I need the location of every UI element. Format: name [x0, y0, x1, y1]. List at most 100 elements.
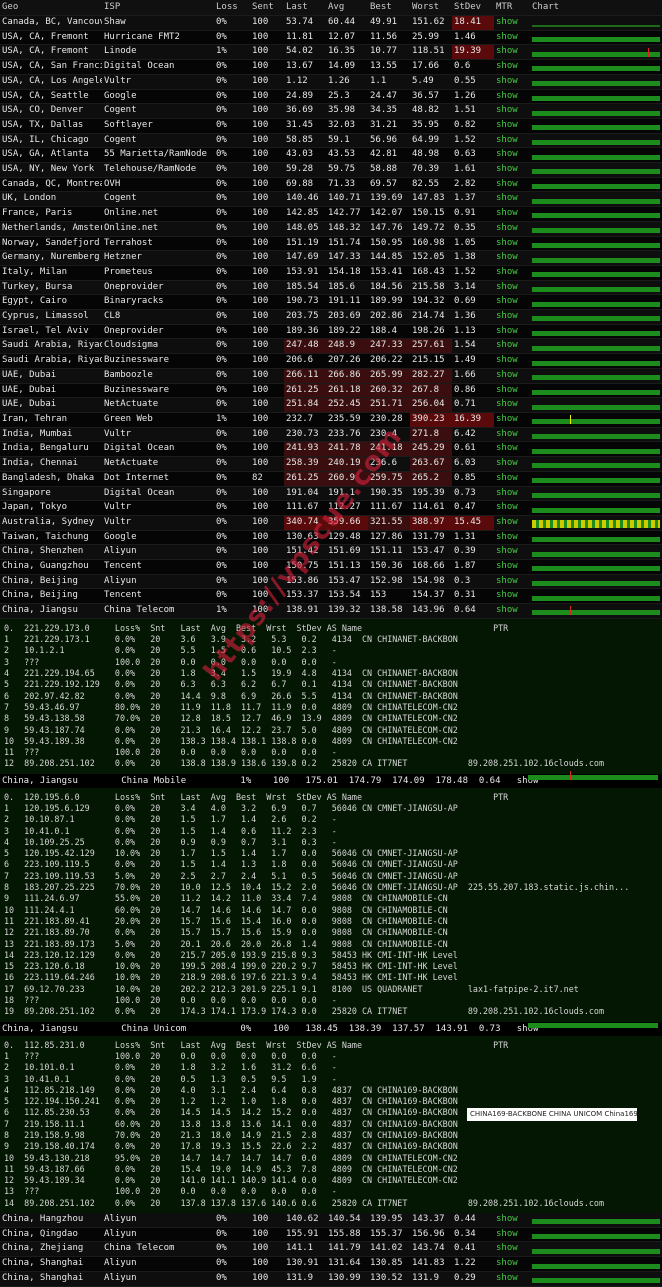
- cell-worst: 390.23: [410, 412, 452, 428]
- mtr-show-link[interactable]: show: [494, 1241, 530, 1258]
- cell-last: 13.67: [284, 59, 326, 75]
- mtr-show-link[interactable]: show: [494, 515, 530, 531]
- cell-isp: CL8: [102, 309, 214, 325]
- mtr-show-link[interactable]: show: [494, 236, 530, 252]
- mtr-show-link[interactable]: show: [494, 294, 530, 311]
- column-header-geo[interactable]: Geo: [0, 0, 102, 16]
- mtr-show-link[interactable]: show: [494, 353, 530, 369]
- cell-worst: 153.47: [410, 544, 452, 561]
- mtr-show-link[interactable]: show: [494, 397, 530, 413]
- cell-isp: Prometeus: [102, 265, 214, 281]
- cell-isp: Binaryracks: [102, 294, 214, 311]
- cell-best: 259.75: [368, 471, 410, 487]
- column-header-avg[interactable]: Avg: [326, 0, 368, 16]
- mtr-show-link[interactable]: show: [494, 471, 530, 487]
- mtr-show-link[interactable]: show: [494, 265, 530, 281]
- cell-worst: 168.66: [410, 559, 452, 575]
- cell-geo: Saudi Arabia, Riyadh: [0, 353, 102, 369]
- latency-chart: [530, 1241, 662, 1258]
- mtr-show-link[interactable]: show: [494, 280, 530, 296]
- mtr-row-jiangsu-unicom[interactable]: China, Jiangsu China Unicom 0% 100 138.4…: [0, 1021, 662, 1036]
- cell-avg: 233.76: [326, 427, 368, 443]
- mtr-show-link[interactable]: show: [494, 1227, 530, 1243]
- mtr-show-link[interactable]: show: [494, 530, 530, 546]
- mtr-show-link[interactable]: show: [494, 59, 530, 75]
- column-header-best[interactable]: Best: [368, 0, 410, 16]
- cell-isp: Aliyun: [102, 574, 214, 590]
- mtr-show-link[interactable]: show: [494, 250, 530, 266]
- cell-geo: UAE, Dubai: [0, 383, 102, 399]
- cell-last: 151.19: [284, 236, 326, 252]
- mtr-show-link[interactable]: show: [494, 1256, 530, 1272]
- mtr-show-link[interactable]: show: [494, 456, 530, 472]
- column-header-chart[interactable]: Chart: [530, 0, 662, 16]
- latency-chart: [530, 338, 662, 355]
- column-header-sent[interactable]: Sent: [250, 0, 284, 16]
- mtr-show-link[interactable]: show: [494, 191, 530, 208]
- mtr-show-link[interactable]: show: [494, 603, 530, 619]
- cell-sent: 100: [250, 1241, 284, 1258]
- mtr-show-link[interactable]: show: [494, 338, 530, 355]
- table-row: UAE, Dubai Buzinessware 0% 100 261.25 261.18 2…: [0, 383, 662, 399]
- mtr-show-link[interactable]: show: [494, 368, 530, 384]
- mtr-show-link[interactable]: show: [494, 1213, 530, 1228]
- mtr-show-link[interactable]: show: [494, 44, 530, 61]
- mtr-show-link[interactable]: show: [494, 221, 530, 237]
- mtr-show-link[interactable]: show: [494, 103, 530, 119]
- mtr-show-link[interactable]: show: [494, 1271, 530, 1287]
- cell-isp: NetActuate: [102, 456, 214, 472]
- latency-chart: [530, 15, 662, 31]
- cell-loss: 0%: [214, 59, 250, 75]
- cell-stdev: 1.31: [452, 530, 494, 546]
- mtr-show-link[interactable]: show: [494, 74, 530, 90]
- cell-sent: 100: [250, 338, 284, 355]
- column-header-loss[interactable]: Loss: [214, 0, 250, 16]
- mtr-show-link[interactable]: show: [494, 133, 530, 149]
- column-header-last[interactable]: Last: [284, 0, 326, 16]
- cell-best: 189.99: [368, 294, 410, 311]
- mtr-show-link[interactable]: show: [494, 118, 530, 134]
- mtr-show-link[interactable]: show: [494, 147, 530, 164]
- mtr-row-jiangsu-mobile[interactable]: China, Jiangsu China Mobile 1% 100 175.0…: [0, 770, 662, 788]
- cell-worst: 131.9: [410, 1271, 452, 1287]
- cell-sent: 100: [250, 515, 284, 531]
- mtr-show-link[interactable]: show: [494, 574, 530, 590]
- mtr-show-link[interactable]: show: [494, 486, 530, 502]
- mtr-show-link[interactable]: show: [494, 588, 530, 605]
- latency-chart: [530, 353, 662, 369]
- mtr-show-link[interactable]: show: [494, 412, 530, 428]
- cell-best: 56.96: [368, 133, 410, 149]
- mtr-show-link[interactable]: show: [494, 89, 530, 105]
- mtr-show-link[interactable]: show: [494, 559, 530, 575]
- cell-loss: 0%: [214, 338, 250, 355]
- mtr-show-link[interactable]: show: [494, 544, 530, 561]
- column-header-stdev[interactable]: StDev: [452, 0, 494, 16]
- mtr-show-link[interactable]: show: [494, 206, 530, 222]
- mtr-show-link[interactable]: show: [494, 427, 530, 443]
- column-header-mtr[interactable]: MTR: [494, 0, 530, 16]
- mtr-show-link[interactable]: show: [494, 15, 530, 31]
- cell-avg: 207.26: [326, 353, 368, 369]
- latency-chart: [530, 412, 662, 428]
- column-header-worst[interactable]: Worst: [410, 0, 452, 16]
- cell-geo: China, Qingdao: [0, 1227, 102, 1243]
- mtr-show-link[interactable]: show: [494, 177, 530, 193]
- latency-bar: [532, 228, 660, 234]
- latency-chart: [530, 324, 662, 340]
- cell-isp: Dot Internet: [102, 471, 214, 487]
- cell-worst: 131.79: [410, 530, 452, 546]
- mtr-show-link[interactable]: show: [494, 309, 530, 325]
- cell-last: 59.28: [284, 162, 326, 178]
- cell-geo: Canada, QC, Montreal: [0, 177, 102, 193]
- mtr-show-link[interactable]: show: [494, 324, 530, 340]
- mtr-show-link[interactable]: show: [494, 162, 530, 178]
- column-header-isp[interactable]: ISP: [102, 0, 214, 16]
- mtr-show-link[interactable]: show: [494, 383, 530, 399]
- cell-avg: 112.27: [326, 500, 368, 516]
- cell-avg: 252.45: [326, 397, 368, 413]
- table-row: UAE, Dubai Bamboozle 0% 100 266.11 266.86 265.…: [0, 368, 662, 384]
- mtr-show-link[interactable]: show: [494, 500, 530, 516]
- mtr-show-link[interactable]: show: [494, 441, 530, 458]
- latency-chart: [530, 59, 662, 75]
- mtr-show-link[interactable]: show: [494, 30, 530, 46]
